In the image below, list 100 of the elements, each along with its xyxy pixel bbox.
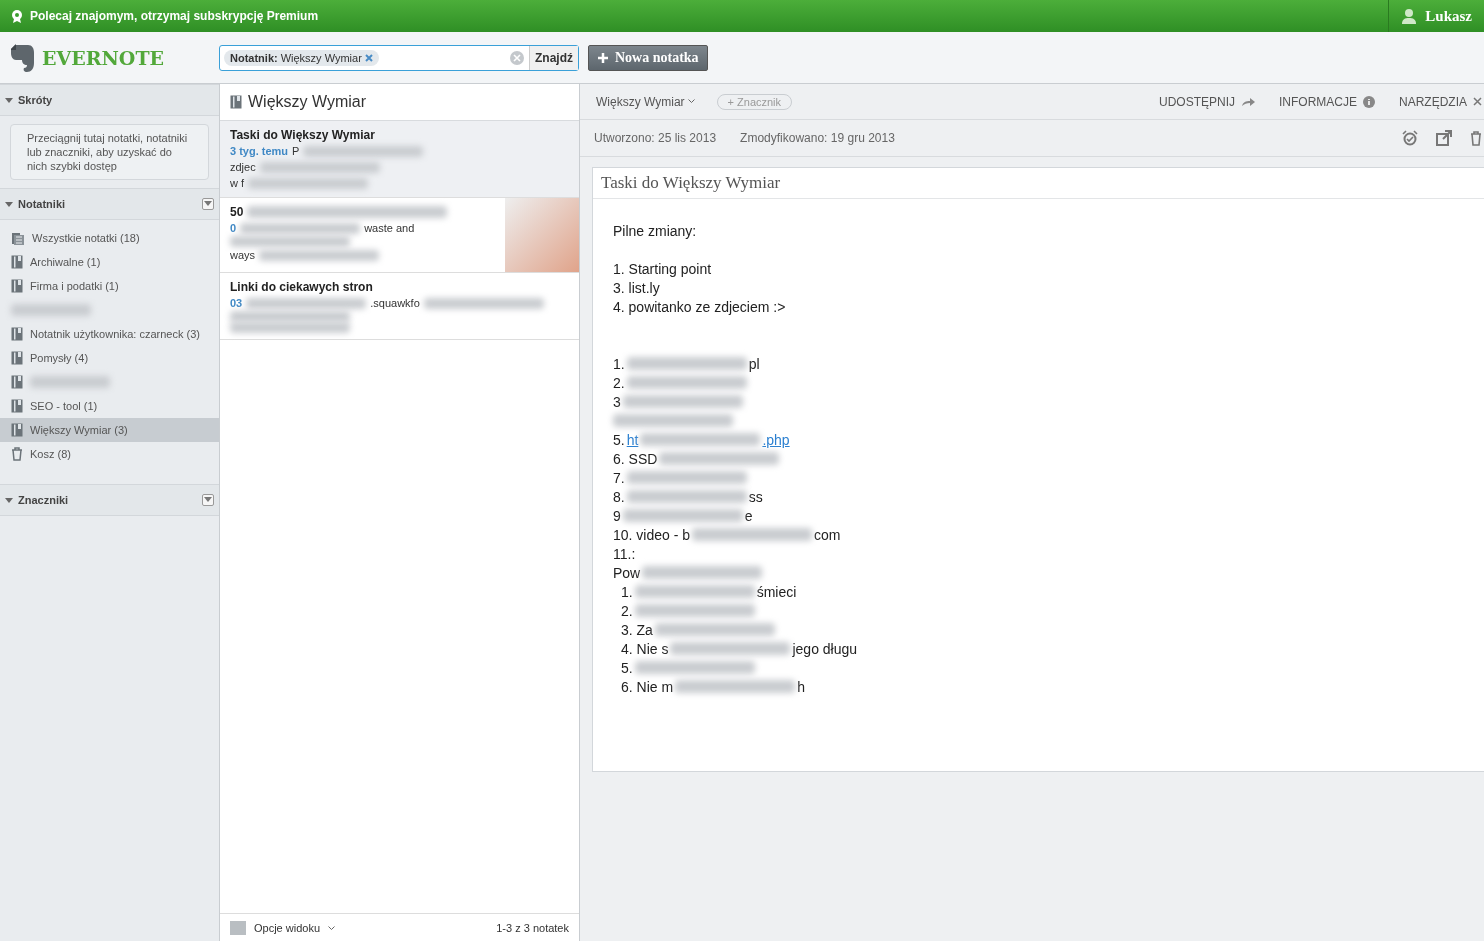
promo-link[interactable]: Polecaj znajomym, otrzymaj subskrypcję Premium [30,9,319,23]
caret-icon[interactable] [687,99,695,104]
caret-icon [204,201,212,207]
notebook-label: Firma i podatki (1) [30,280,119,292]
toolbar-action[interactable]: UDOSTĘPNIJ [1158,94,1255,109]
text-fragment: com [814,526,841,543]
find-button[interactable]: Znajdź [529,45,578,70]
text-fragment: 1. Starting point [613,260,712,277]
notebook-item[interactable]: SEO - tool (1) [0,394,219,418]
modified-date: Zmodyfikowano: 19 gru 2013 [740,131,895,145]
text-fragment: 8. [613,488,625,505]
section-header[interactable]: Notatniki [0,188,219,220]
new-note-button[interactable]: Nowa notatka [588,44,708,71]
notebook-icon [11,255,23,269]
link[interactable]: ht [626,431,639,448]
caret-icon [204,497,212,503]
search-field[interactable]: Notatnik: Większy Wymiar Znajdź [219,44,579,71]
notebook-label: Kosz (8) [30,448,71,460]
plus-icon [597,51,609,64]
text-fragment: 6. Nie m [621,678,674,695]
caret-icon[interactable] [328,925,336,931]
text-fragment: śmieci [756,583,797,600]
notebook-icon [230,95,242,109]
notebook-item[interactable]: Wszystkie notatki (18) [0,226,219,250]
notebook-icon [11,399,23,413]
caret-icon [5,496,13,504]
text-fragment: 1. [613,355,625,372]
note-item[interactable]: 50 0 waste and ways [220,198,579,273]
notebook-icon [11,327,23,341]
notebook-selector[interactable]: Większy Wymiar [596,94,685,109]
text-fragment: .squawkfo [370,296,420,311]
text-fragment: 11.: [613,545,636,562]
search-token[interactable]: Notatnik: Większy Wymiar [224,49,379,66]
section-header[interactable]: Znaczniki [0,484,219,516]
text-fragment: waste and [364,221,415,236]
notebook-title: Większy Wymiar [248,93,367,111]
info-icon [1363,95,1375,108]
note-item[interactable]: Linki do ciekawych stron 03 .squawkfo [220,273,579,340]
section-title: Notatniki [18,198,66,210]
badge-icon [10,9,24,23]
text-fragment: jego długu [792,640,858,657]
view-options-link[interactable]: Opcje widoku [254,922,321,934]
notebook-label: Pomysły (4) [30,352,89,364]
text-fragment: pl [748,355,760,372]
text-fragment: P [292,144,300,159]
toolbar-action[interactable]: NARZĘDZIA [1399,94,1482,109]
dropdown-button[interactable] [202,198,214,210]
text-fragment: 3 [613,393,621,410]
text-fragment: 2. [621,602,633,619]
text-fragment: 5. [621,659,633,676]
close-icon[interactable] [1473,97,1482,106]
logo-text: EVERNOTE [42,46,165,69]
note-date: 3 tyg. temu [230,144,289,159]
text-fragment: 10. video - b [613,526,691,543]
text-fragment: 3. list.ly [613,279,660,296]
text-fragment: 3. Za [621,621,653,638]
notebook-icon [11,279,23,293]
section-title: Znaczniki [18,494,69,506]
note-count: 1-3 z 3 notatek [496,922,569,934]
notebook-item[interactable]: Większy Wymiar (3) [0,418,219,442]
close-icon[interactable] [364,53,373,62]
text-fragment: 9 [613,507,621,524]
text-fragment: 2. [613,374,625,391]
section-header[interactable]: Skróty [0,84,219,116]
note-item[interactable]: Taski do Większy Wymiar 3 tyg. temu P zdjec w f [220,121,579,198]
trash-icon [11,447,23,461]
user-icon [1401,8,1418,24]
text-fragment: 5. [613,431,625,448]
expand-icon[interactable] [1436,130,1452,146]
text-fragment: Pilne zmiany: [613,222,697,239]
text-fragment: h [797,678,805,695]
text-fragment: ss [748,488,763,505]
notebook-item[interactable]: Firma i podatki (1) [0,274,219,298]
notebook-item[interactable]: Archiwalne (1) [0,250,219,274]
notebook-label: Notatnik użytkownika: czarneck (3) [30,328,200,340]
toolbar-action[interactable]: INFORMACJE [1279,94,1375,109]
text-fragment: w f [230,176,245,191]
text-fragment: e [744,507,753,524]
link[interactable]: .php [762,431,790,448]
notebook-label: Archiwalne (1) [30,256,101,268]
text-fragment: 4. Nie s [621,640,669,657]
notebook-label: SEO - tool (1) [30,400,98,412]
caret-icon [5,200,13,208]
text-fragment: zdjec [230,160,256,175]
dropdown-button[interactable] [202,494,214,506]
notes-stack-icon [11,231,25,245]
notebook-item[interactable]: Kosz (8) [0,442,219,466]
trash-icon[interactable] [1470,130,1482,146]
view-icon [230,921,246,935]
notebook-item[interactable]: Pomysły (4) [0,346,219,370]
text-fragment: 6. SSD [613,450,658,467]
alarm-clock-icon[interactable] [1402,130,1418,146]
note-date: 0 [230,221,237,236]
note-title[interactable]: Taski do Większy Wymiar [593,168,1484,199]
notebook-item[interactable]: Notatnik użytkownika: czarneck (3) [0,322,219,346]
notebook-icon [11,375,23,389]
text-fragment: 7. [613,469,625,486]
note-date: 03 [230,296,243,311]
text-fragment: 4. powitanko ze zdjeciem :> [613,298,786,315]
notebook-label: Wszystkie notatki (18) [32,232,140,244]
